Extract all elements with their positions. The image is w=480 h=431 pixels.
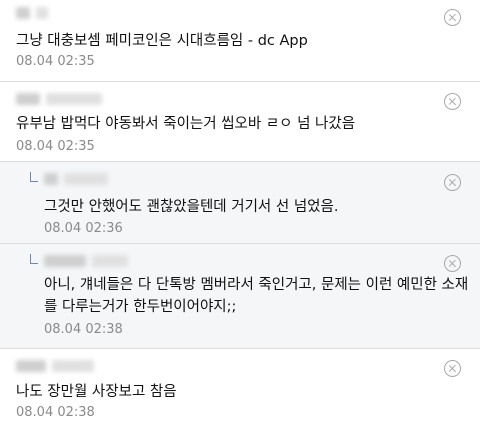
reply-text-line: 아니, 걔네들은 다 단톡방 멤버라서 죽인거고, 문제는 이런 예민한 소재 — [44, 277, 469, 293]
close-circle-icon[interactable] — [444, 9, 461, 26]
comment-item: 나도 장만월 사장보고 참음 08.04 02:38 — [0, 349, 480, 431]
close-circle-icon[interactable] — [444, 360, 461, 377]
reply-text: 그것만 안했어도 괜찮았을텐데 거기서 선 넘었음. — [44, 199, 339, 215]
comment-text: 유부남 밥먹다 야동봐서 죽이는거 씹오바 ㄹㅇ 넘 나갔음 — [16, 116, 356, 132]
reply-item: 그것만 안했어도 괜찮았을텐데 거기서 선 넘었음. 08.04 02:36 — [0, 162, 480, 244]
author-info-blurred — [44, 254, 128, 268]
reply-arrow-icon — [30, 254, 38, 264]
comment-date: 08.04 02:38 — [16, 405, 95, 420]
close-circle-icon[interactable] — [444, 255, 461, 272]
reply-date: 08.04 02:38 — [44, 322, 123, 337]
author-info-blurred — [16, 92, 102, 106]
comment-item: 유부남 밥먹다 야동봐서 죽이는거 씹오바 ㄹㅇ 넘 나갔음 08.04 02:… — [0, 82, 480, 162]
close-circle-icon[interactable] — [444, 93, 461, 110]
author-info-blurred — [44, 172, 108, 186]
reply-text-line: 를 다루는거가 한두번이어야지;; — [44, 299, 237, 315]
author-info-blurred — [16, 359, 94, 373]
author-info-blurred — [16, 6, 48, 20]
reply-arrow-icon — [30, 172, 38, 182]
reply-date: 08.04 02:36 — [44, 221, 123, 236]
comment-item: 그냥 대충보셈 페미코인은 시대흐름임 - dc App 08.04 02:35 — [0, 0, 480, 82]
comment-date: 08.04 02:35 — [16, 139, 95, 154]
comment-text: 나도 장만월 사장보고 참음 — [16, 384, 177, 400]
comment-text: 그냥 대충보셈 페미코인은 시대흐름임 - dc App — [16, 33, 308, 49]
close-circle-icon[interactable] — [444, 174, 461, 191]
reply-item: 아니, 걔네들은 다 단톡방 멤버라서 죽인거고, 문제는 이런 예민한 소재 … — [0, 244, 480, 349]
comment-date: 08.04 02:35 — [16, 54, 95, 69]
